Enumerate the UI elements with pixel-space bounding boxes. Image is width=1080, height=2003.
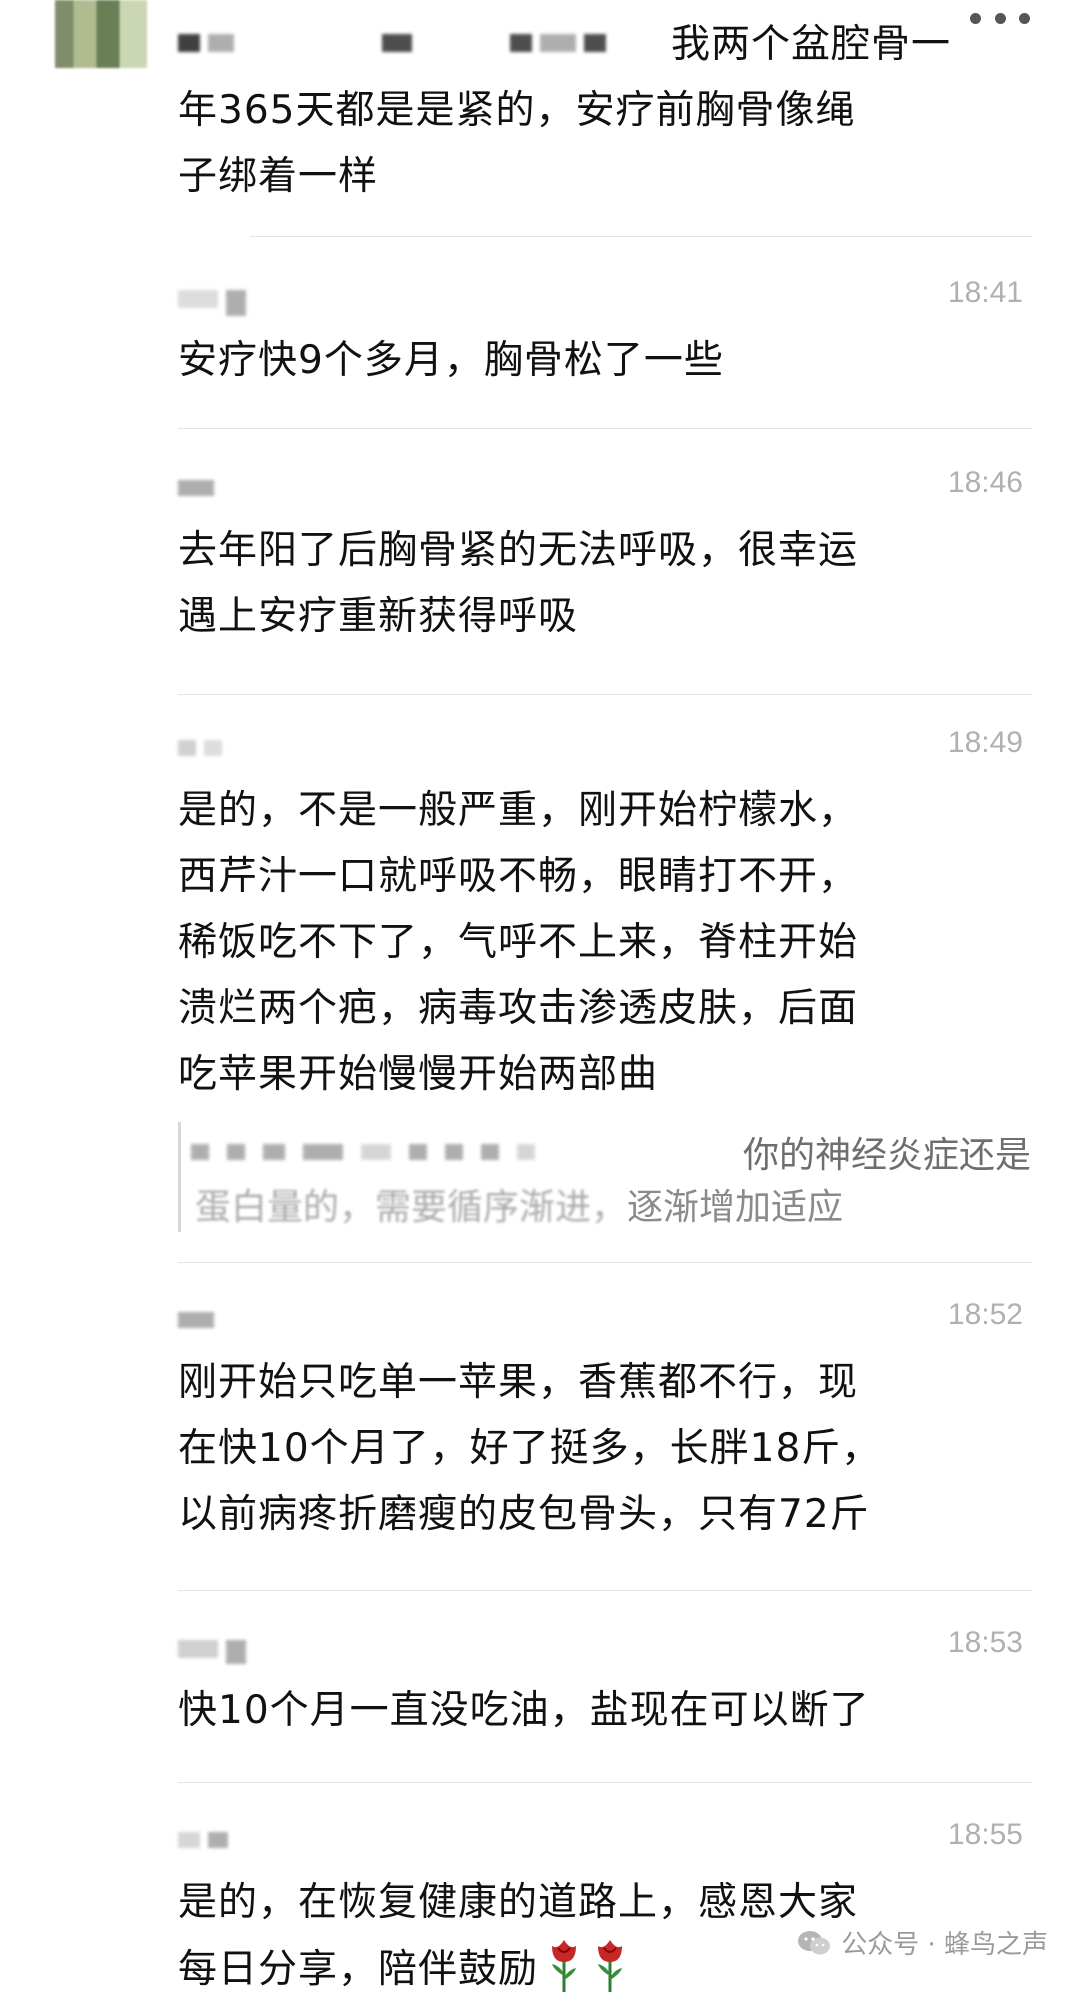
sender-name-blurred xyxy=(178,1312,214,1328)
sender-name-blurred xyxy=(178,34,606,52)
watermark: 公众号 · 蜂鸟之声 xyxy=(797,1924,1048,1961)
divider xyxy=(178,428,1032,429)
message-1: 我两个盆腔骨一 年365天都是是紧的，安疗前胸骨像绳 子绑着一样 xyxy=(178,12,1038,210)
quote-text-faded: 蛋白量的，需要循序渐进， xyxy=(195,1187,628,1228)
message-text-line: 西芹汁一口就呼吸不畅，眼睛打不开， xyxy=(178,854,859,899)
divider xyxy=(178,694,1032,695)
message-2: 18:41 安疗快9个多月，胸骨松了一些 xyxy=(178,272,1038,394)
message-4: 18:49 是的，不是一般严重，刚开始柠檬水， 西芹汁一口就呼吸不畅，眼睛打不开… xyxy=(178,722,1038,1108)
avatar[interactable] xyxy=(55,0,147,68)
message-text-line: 吃苹果开始慢慢开始两部曲 xyxy=(178,1052,659,1097)
timestamp: 18:41 xyxy=(947,276,1023,309)
message-text-segment: 每日分享，陪伴鼓励 xyxy=(178,1947,539,1992)
wechat-icon xyxy=(798,1930,831,1954)
rose-icon xyxy=(544,1936,584,1992)
timestamp: 18:55 xyxy=(947,1818,1023,1851)
quote-text-line: 逐渐增加适应 xyxy=(627,1187,844,1228)
message-text-line: 刚开始只吃单一苹果，香蕉都不行，现 xyxy=(178,1360,859,1405)
quote-text-line: 你的神经炎症还是 xyxy=(742,1135,1031,1176)
watermark-text: 公众号 · 蜂鸟之声 xyxy=(841,1930,1048,1960)
message-text-line: 溃烂两个疤，病毒攻击渗透皮肤，后面 xyxy=(178,986,859,1031)
message-text-line: 我两个盆腔骨一 xyxy=(671,22,952,67)
timestamp: 18:49 xyxy=(947,726,1023,759)
message-text: 快10个月一直没吃油，盐现在可以断了 xyxy=(178,1688,870,1733)
message-5: 18:52 刚开始只吃单一苹果，香蕉都不行，现 在快10个月了，好了挺多，长胖1… xyxy=(178,1294,1038,1548)
sender-name-blurred xyxy=(178,290,246,316)
divider xyxy=(178,1262,1032,1263)
message-3: 18:46 去年阳了后胸骨紧的无法呼吸，很幸运 遇上安疗重新获得呼吸 xyxy=(178,462,1038,650)
timestamp: 18:52 xyxy=(947,1298,1023,1331)
message-text-line: 以前病疼折磨瘦的皮包骨头，只有72斤 xyxy=(178,1492,870,1537)
quoted-message[interactable]: 你的神经炎症还是 蛋白量的，需要循序渐进，逐渐增加适应 xyxy=(178,1122,1041,1232)
divider xyxy=(178,1782,1032,1783)
message-text-line: 子绑着一样 xyxy=(178,154,379,199)
message-text-line: 是的，不是一般严重，刚开始柠檬水， xyxy=(178,788,859,833)
message-6: 18:53 快10个月一直没吃油，盐现在可以断了 xyxy=(178,1622,1038,1744)
chat-screen: 我两个盆腔骨一 年365天都是是紧的，安疗前胸骨像绳 子绑着一样 18:41 安… xyxy=(0,0,1080,2003)
message-text-line: 去年阳了后胸骨紧的无法呼吸，很幸运 xyxy=(178,528,859,573)
message-text-line: 在快10个月了，好了挺多，长胖18斤， xyxy=(178,1426,882,1471)
sender-name-blurred xyxy=(178,740,222,756)
sender-name-blurred xyxy=(178,1832,228,1848)
message-text-line: 遇上安疗重新获得呼吸 xyxy=(178,594,579,639)
message-7: 18:55 是的，在恢复健康的道路上，感恩大家 每日分享，陪伴鼓励 xyxy=(178,1814,1038,2003)
sender-name-blurred xyxy=(178,480,214,496)
sender-name-blurred xyxy=(178,1640,246,1664)
message-text-line: 稀饭吃不下了，气呼不上来，脊柱开始 xyxy=(178,920,859,965)
timestamp: 18:53 xyxy=(947,1626,1023,1659)
timestamp: 18:46 xyxy=(947,466,1023,499)
message-text-line: 年365天都是是紧的，安疗前胸骨像绳 xyxy=(178,88,856,133)
divider xyxy=(250,236,1032,237)
quote-sender-blurred xyxy=(191,1144,743,1160)
divider xyxy=(178,1590,1032,1591)
rose-icon xyxy=(590,1936,630,1992)
message-text: 安疗快9个多月，胸骨松了一些 xyxy=(178,338,724,383)
